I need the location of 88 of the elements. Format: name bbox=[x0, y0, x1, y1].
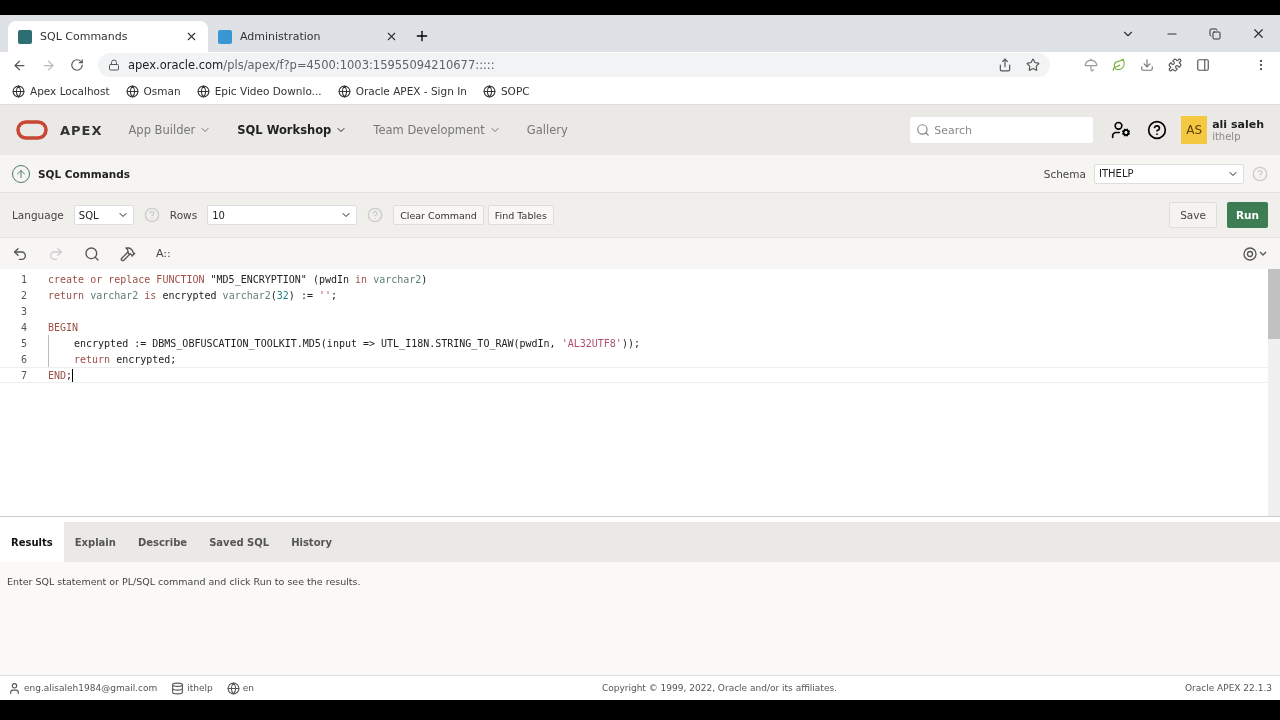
code-line: create or replace FUNCTION "MD5_ENCRYPTION" (pwdIn in varchar2) bbox=[48, 273, 428, 285]
user-email: eng.alisaleh1984@gmail.com bbox=[24, 683, 158, 693]
umbrella-icon[interactable] bbox=[1084, 58, 1098, 72]
workspace-link[interactable]: ithelp bbox=[187, 683, 213, 693]
site-icon bbox=[218, 29, 232, 44]
bookmark[interactable]: Osman bbox=[125, 84, 181, 98]
format-button[interactable]: A:: bbox=[156, 247, 171, 260]
nav-menu[interactable]: App Builder bbox=[128, 123, 212, 137]
code-line: return varchar2 is encrypted varchar2(32) := ''; bbox=[48, 289, 338, 301]
bookmark[interactable]: Apex Localhost bbox=[12, 84, 110, 98]
line-number: 2 bbox=[20, 289, 28, 301]
results-tab[interactable]: Results bbox=[0, 522, 64, 562]
nav-menu[interactable]: Gallery bbox=[526, 123, 568, 137]
settings-menu-icon[interactable] bbox=[1242, 245, 1268, 262]
user-settings-icon[interactable] bbox=[1111, 120, 1132, 140]
code-line: BEGIN bbox=[48, 321, 79, 333]
back-icon[interactable] bbox=[12, 57, 27, 73]
page-title: SQL Commands bbox=[38, 167, 130, 180]
globe-icon bbox=[125, 84, 139, 98]
hammer-icon[interactable] bbox=[120, 245, 136, 262]
logo-text: APEX bbox=[60, 122, 103, 138]
results-message: Enter SQL statement or PL/SQL command and click Run to see the results. bbox=[7, 576, 361, 587]
rows-select[interactable]: 10 bbox=[207, 205, 358, 225]
download-icon[interactable] bbox=[1140, 58, 1154, 72]
new-tab-icon[interactable] bbox=[414, 28, 430, 44]
close-icon[interactable] bbox=[1251, 26, 1266, 41]
rows-label: Rows bbox=[169, 209, 198, 221]
line-number: 1 bbox=[20, 273, 28, 285]
globe-icon bbox=[196, 84, 210, 98]
line-number: 7 bbox=[20, 369, 28, 381]
language-link[interactable]: en bbox=[242, 683, 254, 693]
line-number: 4 bbox=[20, 321, 28, 333]
browser-tab[interactable]: SQL Commands bbox=[8, 21, 208, 52]
undo-icon[interactable] bbox=[12, 245, 28, 262]
help-icon[interactable] bbox=[1147, 120, 1168, 140]
line-number: 5 bbox=[20, 337, 28, 349]
restore-icon[interactable] bbox=[1209, 27, 1221, 40]
url-text: apex.oracle.com/pls/apex/f?p=4500:1003:15955094210677::::: bbox=[128, 58, 495, 72]
code-line: END; bbox=[48, 369, 73, 381]
nav-menu[interactable]: SQL Workshop bbox=[237, 123, 348, 137]
toolbar-button[interactable]: Find Tables bbox=[487, 205, 554, 225]
line-number: 3 bbox=[20, 305, 28, 317]
search-field[interactable]: Search bbox=[910, 117, 1094, 143]
globe-icon bbox=[337, 84, 351, 98]
globe-icon bbox=[12, 84, 25, 98]
results-tab[interactable]: Saved SQL bbox=[198, 522, 281, 562]
side-panel-icon[interactable] bbox=[1196, 58, 1210, 72]
globe-icon bbox=[482, 84, 496, 98]
user-name: ali saleh bbox=[1212, 118, 1264, 131]
globe-icon bbox=[226, 681, 240, 695]
close-icon[interactable] bbox=[185, 30, 198, 43]
schema-select[interactable]: ITHELP bbox=[1094, 163, 1244, 184]
site-icon bbox=[18, 29, 32, 44]
line-number: 6 bbox=[20, 353, 28, 365]
bookmark[interactable]: Oracle APEX - Sign In bbox=[337, 84, 467, 98]
star-icon[interactable] bbox=[1026, 58, 1040, 72]
code-line: return encrypted; bbox=[74, 353, 177, 365]
database-icon bbox=[171, 681, 185, 695]
logo-icon bbox=[16, 120, 48, 140]
share-icon[interactable] bbox=[998, 58, 1012, 72]
workspace-name: ithelp bbox=[1212, 131, 1242, 142]
lock-icon bbox=[108, 59, 120, 71]
results-tab[interactable]: Explain bbox=[63, 522, 127, 562]
user-icon bbox=[8, 681, 21, 695]
search-icon[interactable] bbox=[84, 245, 100, 262]
bookmark[interactable]: Epic Video Downlo... bbox=[196, 84, 322, 98]
results-tab[interactable]: Describe bbox=[126, 522, 199, 562]
puzzle-icon[interactable] bbox=[1168, 58, 1182, 72]
address-bar[interactable]: apex.oracle.com/pls/apex/f?p=4500:1003:15955094210677::::: bbox=[98, 53, 1050, 77]
schema-label: Schema bbox=[1043, 167, 1086, 180]
copyright: Copyright © 1999, 2022, Oracle and/or its affiliates. bbox=[600, 683, 838, 693]
avatar[interactable]: AS bbox=[1181, 116, 1208, 144]
run-button[interactable]: Run bbox=[1226, 202, 1268, 228]
version: Oracle APEX 22.1.3 bbox=[1184, 683, 1272, 693]
browser-tab[interactable]: Administration bbox=[208, 21, 408, 52]
language-label: Language bbox=[12, 209, 64, 221]
nav-menu[interactable]: Team Development bbox=[373, 123, 501, 137]
save-button[interactable]: Save bbox=[1169, 202, 1217, 228]
code-line: encrypted := DBMS_OBFUSCATION_TOOLKIT.MD5(input => UTL_I18N.STRING_TO_RAW(pwdIn, 'AL32UTF8')); bbox=[74, 337, 640, 349]
search-icon bbox=[916, 123, 931, 137]
text-cursor bbox=[72, 368, 74, 382]
toolbar-button[interactable]: Clear Command bbox=[393, 205, 484, 225]
reload-icon[interactable] bbox=[70, 58, 84, 72]
results-tab[interactable]: History bbox=[280, 522, 343, 562]
scrollbar[interactable] bbox=[1268, 269, 1280, 516]
close-icon[interactable] bbox=[385, 30, 398, 43]
bookmark[interactable]: SOPC bbox=[482, 84, 530, 98]
language-select[interactable]: SQL bbox=[73, 205, 134, 225]
